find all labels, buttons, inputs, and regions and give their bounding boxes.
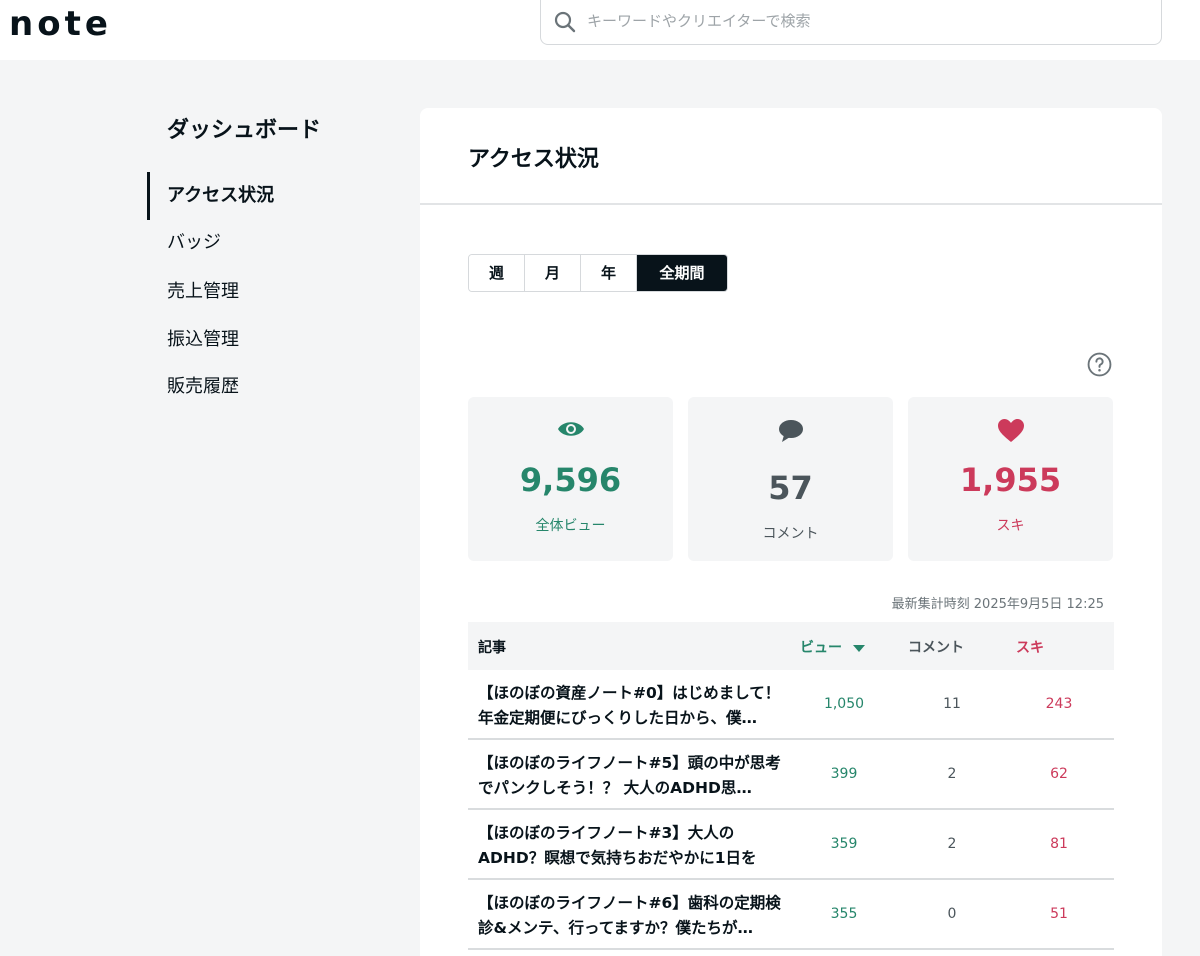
sidebar-item-sales[interactable]: 売上管理 <box>167 277 239 307</box>
row-likes: 81 <box>1050 836 1068 852</box>
page-title: アクセス状況 <box>468 147 599 172</box>
sort-down-icon <box>852 640 865 656</box>
tab-year[interactable]: 年 <box>581 255 637 291</box>
note-logo[interactable]: note <box>9 4 112 44</box>
row-comments: 0 <box>947 906 957 922</box>
row-comments: 2 <box>947 766 957 782</box>
search-icon <box>553 10 577 38</box>
col-likes[interactable]: スキ <box>1016 637 1044 657</box>
stat-card-likes: 1,955 スキ <box>908 397 1113 561</box>
sidebar-item-transfer[interactable]: 振込管理 <box>167 325 239 355</box>
divider <box>420 203 1162 205</box>
tab-week[interactable]: 週 <box>469 255 525 291</box>
likes-value: 1,955 <box>959 461 1062 499</box>
table-row[interactable]: 【ほのぼの資産ノート#0】はじめまして！年金定期便にびっくりした日から、僕… 1… <box>468 670 1114 740</box>
article-title[interactable]: 【ほのぼのライフノート#5】頭の中が思考でパンクしそう！？ 大人のADHD思… <box>478 751 783 801</box>
row-likes: 243 <box>1045 696 1073 712</box>
comments-label: コメント <box>762 526 819 542</box>
col-views-sort[interactable]: ビュー <box>800 637 865 657</box>
last-updated-timestamp: 最新集計時刻 2025年9月5日 12:25 <box>891 597 1104 612</box>
row-comments: 2 <box>947 836 957 852</box>
article-table: 記事 ビュー コメント スキ 【ほのぼの資産ノート#0】はじめまして！年金定期便… <box>468 622 1114 950</box>
sidebar-title: ダッシュボード <box>167 118 322 143</box>
col-article: 記事 <box>478 640 506 656</box>
row-likes: 62 <box>1050 766 1068 782</box>
row-views: 399 <box>830 766 858 782</box>
views-value: 9,596 <box>519 461 622 499</box>
help-icon[interactable] <box>1087 352 1112 381</box>
article-title[interactable]: 【ほのぼのライフノート#6】歯科の定期検診&メンテ、行ってますか？僕たちが… <box>478 891 783 941</box>
col-comments[interactable]: コメント <box>908 637 964 657</box>
row-views: 1,050 <box>823 696 865 712</box>
sidebar-item-access[interactable]: アクセス状況 <box>167 181 274 211</box>
main-panel: アクセス状況 週 月 年 全期間 9,596 全体ビュー 57 コメント 1,9… <box>420 108 1162 956</box>
row-likes: 51 <box>1050 906 1068 922</box>
comments-value: 57 <box>768 469 813 507</box>
article-title[interactable]: 【ほのぼのライフノート#3】大人のADHD？瞑想で気持ちおだやかに1日を始… <box>478 821 783 871</box>
heart-icon <box>908 419 1113 447</box>
table-row[interactable]: 【ほのぼのライフノート#5】頭の中が思考でパンクしそう！？ 大人のADHD思… … <box>468 740 1114 810</box>
sidebar-active-indicator <box>147 172 150 220</box>
stat-card-views: 9,596 全体ビュー <box>468 397 673 561</box>
comment-icon <box>688 419 893 447</box>
sidebar-item-history[interactable]: 販売履歴 <box>167 372 239 402</box>
row-views: 359 <box>830 836 858 852</box>
tab-month[interactable]: 月 <box>525 255 581 291</box>
header: note <box>0 0 1200 60</box>
article-title[interactable]: 【ほのぼの資産ノート#0】はじめまして！年金定期便にびっくりした日から、僕… <box>478 681 783 731</box>
period-tabs: 週 月 年 全期間 <box>468 254 728 292</box>
table-header: 記事 ビュー コメント スキ <box>468 622 1114 670</box>
likes-label: スキ <box>996 518 1025 534</box>
col-views-label: ビュー <box>800 640 842 656</box>
search-box[interactable] <box>540 0 1162 45</box>
stat-card-comments: 57 コメント <box>688 397 893 561</box>
sidebar-item-badge[interactable]: バッジ <box>167 228 221 258</box>
row-comments: 11 <box>943 696 961 712</box>
eye-icon <box>468 419 673 443</box>
table-row[interactable]: 【ほのぼのライフノート#3】大人のADHD？瞑想で気持ちおだやかに1日を始… 3… <box>468 810 1114 880</box>
views-label: 全体ビュー <box>535 518 606 534</box>
search-input[interactable] <box>587 6 1147 36</box>
table-row[interactable]: 【ほのぼのライフノート#6】歯科の定期検診&メンテ、行ってますか？僕たちが… 3… <box>468 880 1114 950</box>
row-views: 355 <box>830 906 858 922</box>
tab-all-time[interactable]: 全期間 <box>637 255 727 291</box>
